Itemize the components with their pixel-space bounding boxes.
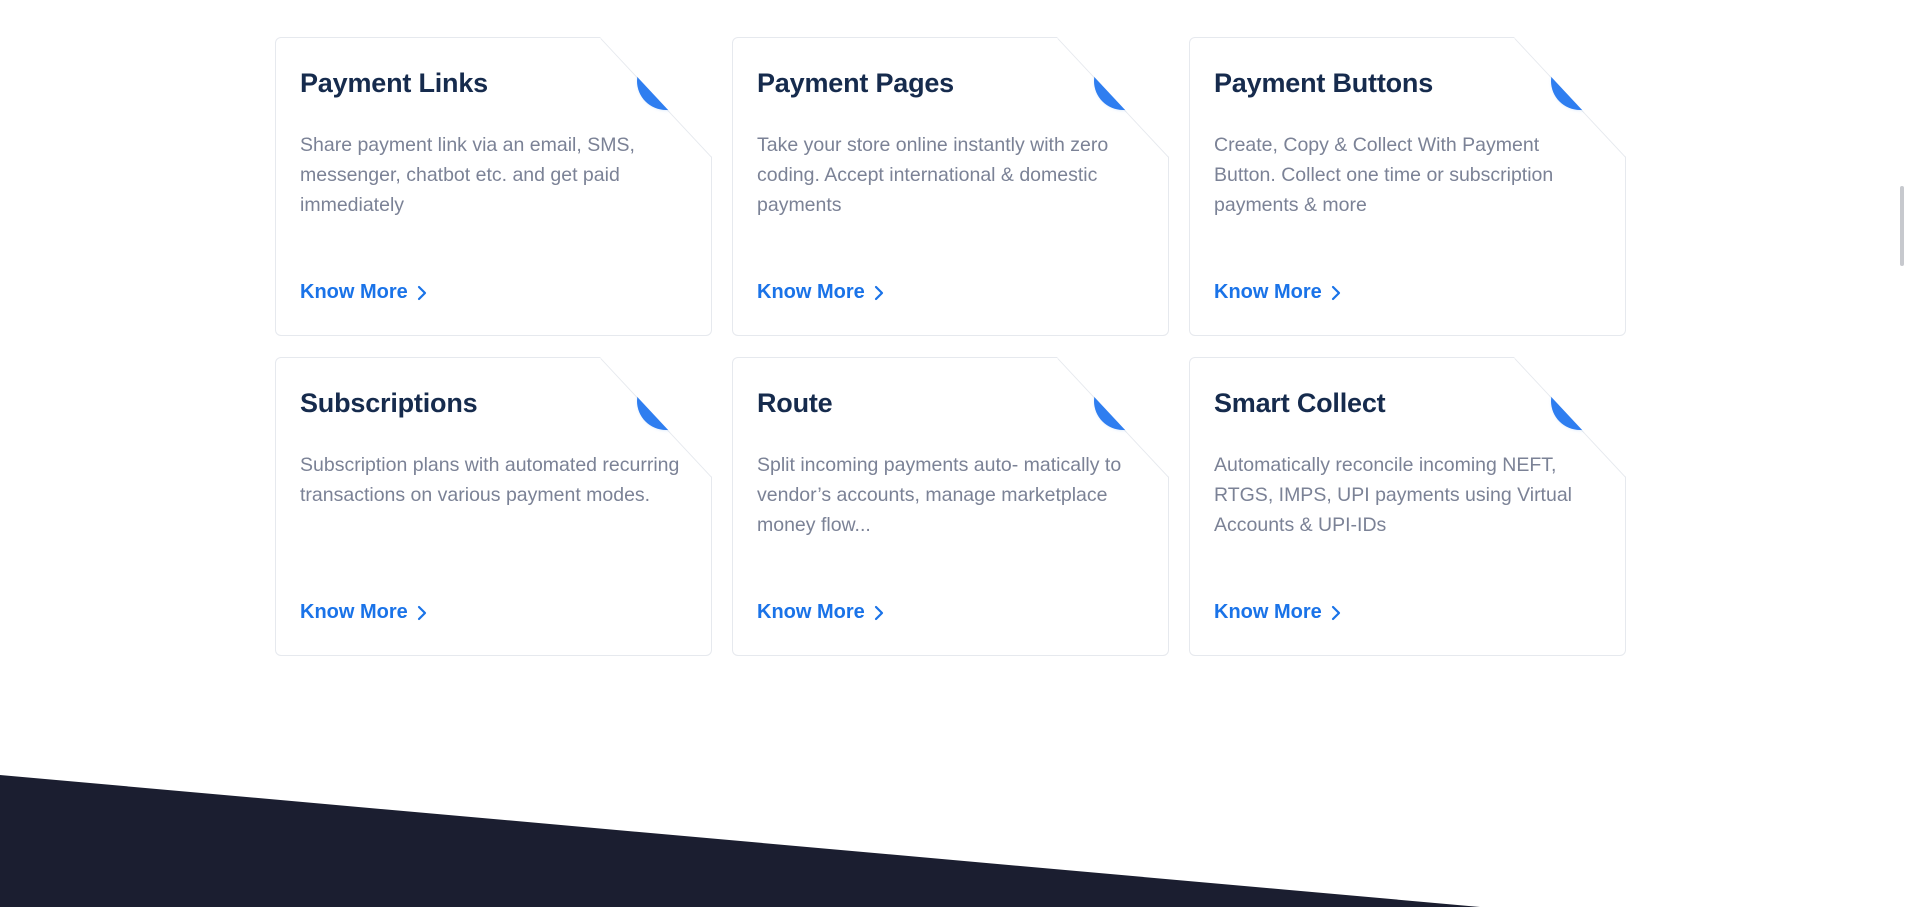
card-description: Automatically reconcile incoming NEFT, R… xyxy=(1214,454,1572,536)
route-split-icon xyxy=(1094,372,1152,430)
card-subscriptions: Subscriptions Subscription plans with au… xyxy=(275,357,712,656)
know-more-label: Know More xyxy=(1214,601,1322,623)
card-smart-collect: Smart Collect Automatically reconcile in… xyxy=(1189,357,1626,656)
page: Payment Links Share payment link via an … xyxy=(0,0,1905,907)
payment-links-icon xyxy=(637,52,695,110)
know-more-link[interactable]: Know More xyxy=(1214,601,1342,624)
card-description: Share payment link via an email, SMS, me… xyxy=(300,134,635,216)
know-more-link[interactable]: Know More xyxy=(757,601,885,624)
know-more-label: Know More xyxy=(300,281,408,303)
card-title: Payment Pages xyxy=(757,68,954,98)
payment-pages-icon xyxy=(1094,52,1152,110)
page-scrollbar[interactable] xyxy=(1899,0,1905,907)
know-more-link[interactable]: Know More xyxy=(300,281,428,304)
scrollbar-thumb[interactable] xyxy=(1900,186,1904,266)
shield-check-icon xyxy=(1551,372,1609,430)
card-title: Subscriptions xyxy=(300,388,478,418)
chevron-right-icon xyxy=(417,285,426,300)
product-cards-grid: Payment Links Share payment link via an … xyxy=(275,37,1626,656)
card-title: Route xyxy=(757,388,833,418)
card-description: Create, Copy & Collect With Payment Butt… xyxy=(1214,134,1554,216)
know-more-link[interactable]: Know More xyxy=(300,601,428,624)
chevron-right-icon xyxy=(1331,605,1340,620)
know-more-label: Know More xyxy=(1214,281,1322,303)
know-more-label: Know More xyxy=(300,601,408,623)
know-more-label: Know More xyxy=(757,601,865,623)
card-title: Payment Links xyxy=(300,68,488,98)
card-description: Split incoming payments auto- matically … xyxy=(757,454,1122,536)
card-description: Subscription plans with automated recurr… xyxy=(300,454,680,506)
know-more-link[interactable]: Know More xyxy=(757,281,885,304)
card-description: Take your store online instantly with ze… xyxy=(757,134,1109,216)
chevron-right-icon xyxy=(417,605,426,620)
card-payment-links: Payment Links Share payment link via an … xyxy=(275,37,712,336)
card-title: Payment Buttons xyxy=(1214,68,1434,98)
rupee-refresh-icon xyxy=(637,372,695,430)
card-title: Smart Collect xyxy=(1214,388,1386,418)
payment-buttons-icon xyxy=(1551,52,1609,110)
card-route: Route Split incoming payments auto- mati… xyxy=(732,357,1169,656)
know-more-link[interactable]: Know More xyxy=(1214,281,1342,304)
chevron-right-icon xyxy=(1331,285,1340,300)
chevron-right-icon xyxy=(874,285,883,300)
card-payment-buttons: Payment Buttons Create, Copy & Collect W… xyxy=(1189,37,1626,336)
card-payment-pages: Payment Pages Take your store online ins… xyxy=(732,37,1169,336)
chevron-right-icon xyxy=(874,605,883,620)
know-more-label: Know More xyxy=(757,281,865,303)
